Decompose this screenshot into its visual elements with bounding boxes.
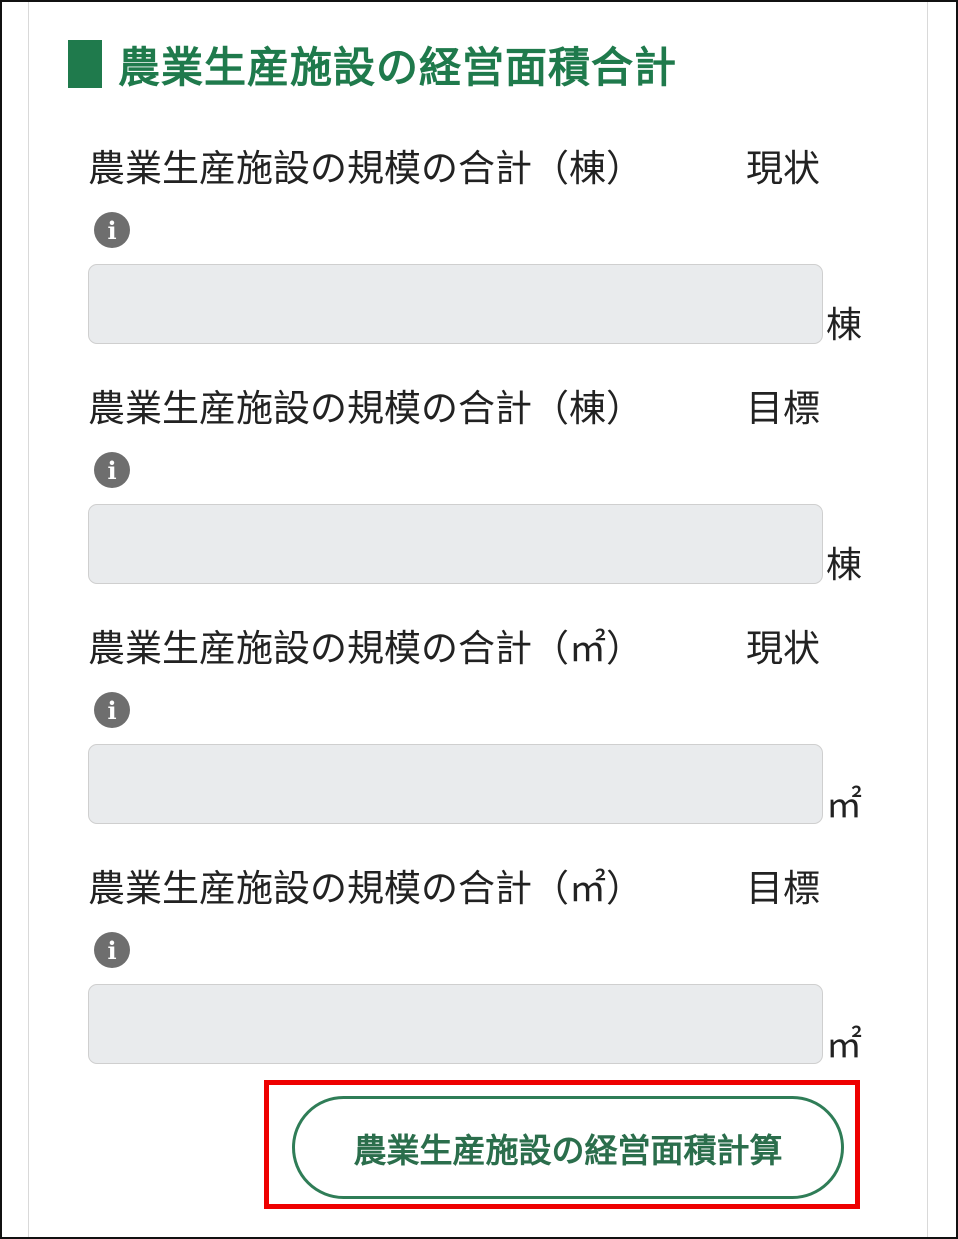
unit-label: ㎡: [826, 1025, 863, 1066]
panel-frame: 農業生産施設の経営面積合計 農業生産施設の規模の合計（棟） 現状 i 棟 農業生…: [0, 0, 958, 1239]
field-buildings-current: 農業生産施設の規模の合計（棟） 現状 i 棟: [88, 146, 878, 346]
field-label: 農業生産施設の規模の合計（㎡） 現状: [88, 626, 820, 672]
info-icon[interactable]: i: [94, 932, 130, 968]
info-icon[interactable]: i: [94, 692, 130, 728]
field-label: 農業生産施設の規模の合計（棟） 現状: [88, 146, 820, 192]
field-label-text: 農業生産施設の規模の合計（㎡）: [88, 867, 643, 910]
buildings-target-input[interactable]: [88, 504, 823, 584]
area-current-input[interactable]: [88, 744, 823, 824]
info-icon[interactable]: i: [94, 452, 130, 488]
unit-label: 棟: [826, 545, 863, 586]
section-header: 農業生産施設の経営面積合計: [68, 36, 677, 92]
field-label: 農業生産施設の規模の合計（㎡） 目標: [88, 866, 820, 912]
buildings-current-input[interactable]: [88, 264, 823, 344]
field-status: 現状: [746, 627, 820, 670]
field-area-target: 農業生産施設の規模の合計（㎡） 目標 i ㎡: [88, 866, 878, 1066]
area-target-input[interactable]: [88, 984, 823, 1064]
field-label-text: 農業生産施設の規模の合計（棟）: [88, 387, 643, 430]
field-status: 現状: [746, 147, 820, 190]
calculate-area-button[interactable]: 農業生産施設の経営面積計算: [292, 1096, 844, 1199]
panel-left-border: [28, 2, 29, 1237]
unit-label: ㎡: [826, 785, 863, 826]
field-status: 目標: [746, 867, 820, 910]
section-title: 農業生産施設の経営面積合計: [118, 42, 678, 92]
section-title-marker: [68, 40, 102, 88]
field-label: 農業生産施設の規模の合計（棟） 目標: [88, 386, 820, 432]
unit-label: 棟: [826, 305, 863, 346]
field-status: 目標: [746, 387, 820, 430]
info-icon[interactable]: i: [94, 212, 130, 248]
panel-right-border: [927, 2, 928, 1237]
field-label-text: 農業生産施設の規模の合計（棟）: [88, 147, 643, 190]
field-area-current: 農業生産施設の規模の合計（㎡） 現状 i ㎡: [88, 626, 878, 826]
field-label-text: 農業生産施設の規模の合計（㎡）: [88, 627, 643, 670]
field-buildings-target: 農業生産施設の規模の合計（棟） 目標 i 棟: [88, 386, 878, 586]
